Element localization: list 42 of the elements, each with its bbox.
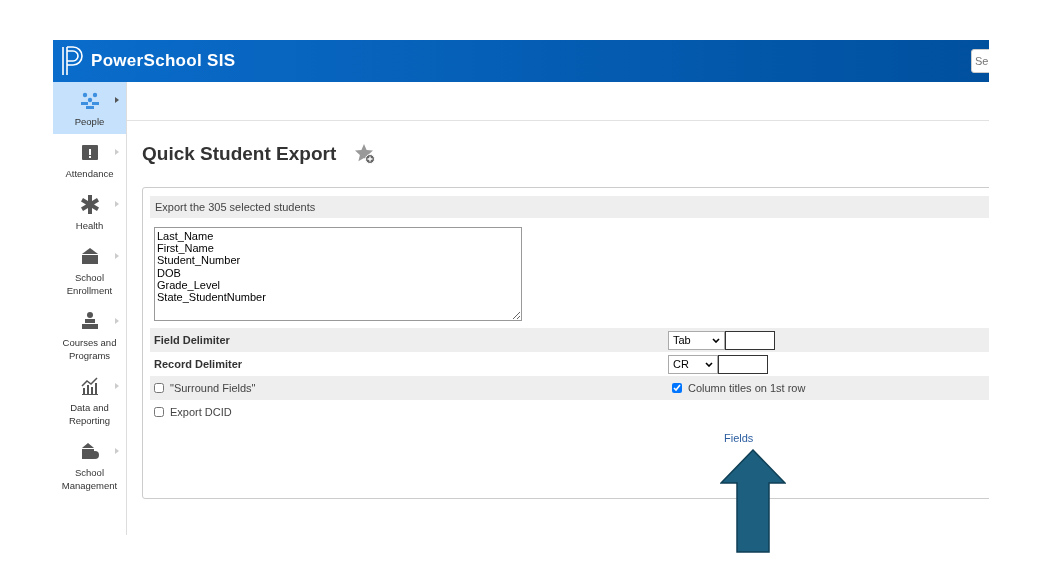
sidebar-item[interactable]: Courses and Programs [53, 303, 126, 368]
sidebar-item[interactable]: School Enrollment [53, 238, 126, 303]
caret-icon [115, 97, 119, 103]
star-add-icon[interactable] [354, 143, 377, 165]
sidebar-item[interactable]: Data and Reporting [53, 368, 126, 433]
caret-icon [115, 201, 119, 207]
caret-icon [115, 383, 119, 389]
chevron-icon [712, 337, 720, 343]
field-delimiter-select[interactable]: Tab [668, 330, 725, 350]
app-title: PowerSchool SIS [91, 51, 236, 71]
caret-icon [115, 149, 119, 155]
medical-star-icon [79, 194, 100, 214]
sidebar-item[interactable]: Attendance [53, 134, 126, 186]
checkbox[interactable] [154, 407, 164, 417]
school-building-icon [79, 246, 100, 266]
checkbox-label: "Surround Fields" [170, 382, 256, 394]
logo-icon [61, 46, 83, 76]
growth-chart-icon [79, 376, 100, 396]
chevron-icon [705, 361, 713, 367]
record-delimiter-select[interactable]: CR [668, 354, 718, 374]
checkbox-label: Column titles on 1st row [688, 382, 806, 394]
page-title: Quick Student Export [142, 143, 337, 165]
fields-textarea[interactable]: Last_Name First_Name Student_Number DOB Grade_Level State_StudentNumber [154, 227, 522, 321]
caret-icon [115, 253, 119, 259]
caret-icon [115, 448, 119, 454]
people-icon [79, 90, 100, 110]
field-label: Record Delimiter [153, 358, 244, 370]
export-heading: Export the 305 selected students [150, 196, 989, 218]
delimiter-input[interactable] [718, 354, 768, 374]
fields-link[interactable]: Fields [724, 432, 754, 444]
caret-icon [115, 318, 119, 324]
sidebar-item[interactable]: People [53, 82, 126, 134]
search-field[interactable]: Se [971, 49, 989, 73]
checkbox-label: Export DCID [170, 406, 232, 418]
calendar-alert-icon [79, 142, 100, 162]
sidebar-item[interactable]: School Management [53, 433, 126, 498]
desk-person-icon [79, 311, 100, 331]
sidebar-item[interactable]: Health [53, 186, 126, 238]
field-label: Field Delimiter [153, 334, 231, 346]
delimiter-input[interactable] [725, 330, 775, 350]
checkbox[interactable] [672, 383, 682, 393]
checkbox[interactable] [154, 383, 164, 393]
